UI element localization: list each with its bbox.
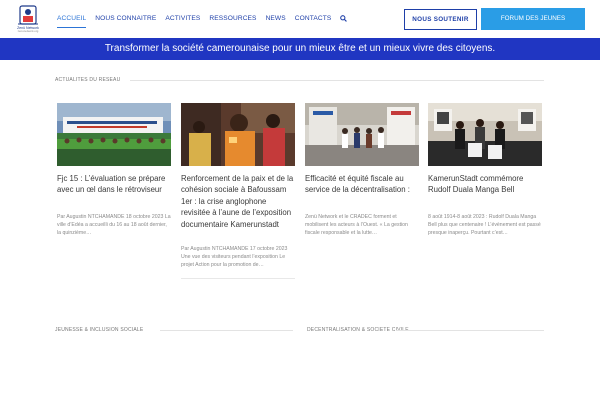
news-card[interactable]: KamerunStadt commémore Rudolf Duala Mang… [428, 103, 542, 237]
nav-item-contacts[interactable]: CONTACTS [295, 0, 332, 38]
article-excerpt: Par Augustin NTCHAMANDE 18 octobre 2023 … [57, 213, 171, 237]
youth-forum-button[interactable]: FORUM DES JEUNES [481, 8, 585, 30]
article-title[interactable]: Renforcement de la paix et de la cohésio… [181, 173, 295, 230]
article-image [57, 103, 171, 166]
search-icon[interactable] [340, 14, 348, 24]
section-title-news: ACTUALITES DU RESEAU [55, 77, 121, 83]
nav-item-nous-connaitre[interactable]: NOUS CONNAITRE [95, 0, 156, 38]
nav-item-ressources[interactable]: RESSOURCES [209, 0, 256, 38]
nav-item-accueil[interactable]: ACCUEIL [57, 0, 87, 38]
section-title-youth: JEUNESSE & INCLUSION SOCIALE [55, 327, 144, 333]
section-divider [160, 330, 293, 331]
card-divider [181, 277, 295, 279]
news-card[interactable]: Efficacité et équité fiscale au service … [305, 103, 419, 237]
article-title[interactable]: KamerunStadt commémore Rudolf Duala Mang… [428, 173, 542, 196]
logo-subtitle: zenunetwork.org [17, 29, 39, 33]
article-image [305, 103, 419, 166]
section-divider [130, 80, 544, 81]
nav-item-news[interactable]: NEWS [266, 0, 286, 38]
section-divider [396, 330, 544, 331]
site-logo[interactable]: Zenü Network zenunetwork.org [14, 4, 42, 36]
building-icon [18, 5, 38, 25]
article-excerpt: Par Augustin NTCHAMANDE 17 octobre 2023 … [181, 246, 288, 269]
news-card[interactable]: Renforcement de la paix et de la cohésio… [181, 103, 295, 279]
support-button[interactable]: NOUS SOUTENIR [404, 9, 477, 30]
article-image [428, 103, 542, 166]
article-excerpt: Zenü Network et le CRADEC forment et mob… [305, 213, 408, 237]
nav-item-activites[interactable]: ACTIVITES [165, 0, 200, 38]
news-card[interactable]: Fjc 15 : L’évaluation se prépare avec un… [57, 103, 171, 237]
site-header: Zenü Network zenunetwork.org ACCUEIL NOU… [0, 0, 600, 38]
article-image [181, 103, 295, 166]
article-excerpt: 8 août 1914-8 août 2023 : Rudolf Duala M… [428, 213, 541, 237]
article-title[interactable]: Fjc 15 : L’évaluation se prépare avec un… [57, 173, 171, 196]
article-title[interactable]: Efficacité et équité fiscale au service … [305, 173, 419, 196]
tagline-banner: Transformer la société camerounaise pour… [0, 38, 600, 60]
section-title-decentralisation: DECENTRALISATION & SOCIETE CIVILE [307, 327, 409, 333]
main-nav: ACCUEIL NOUS CONNAITRE ACTIVITES RESSOUR… [57, 0, 348, 38]
